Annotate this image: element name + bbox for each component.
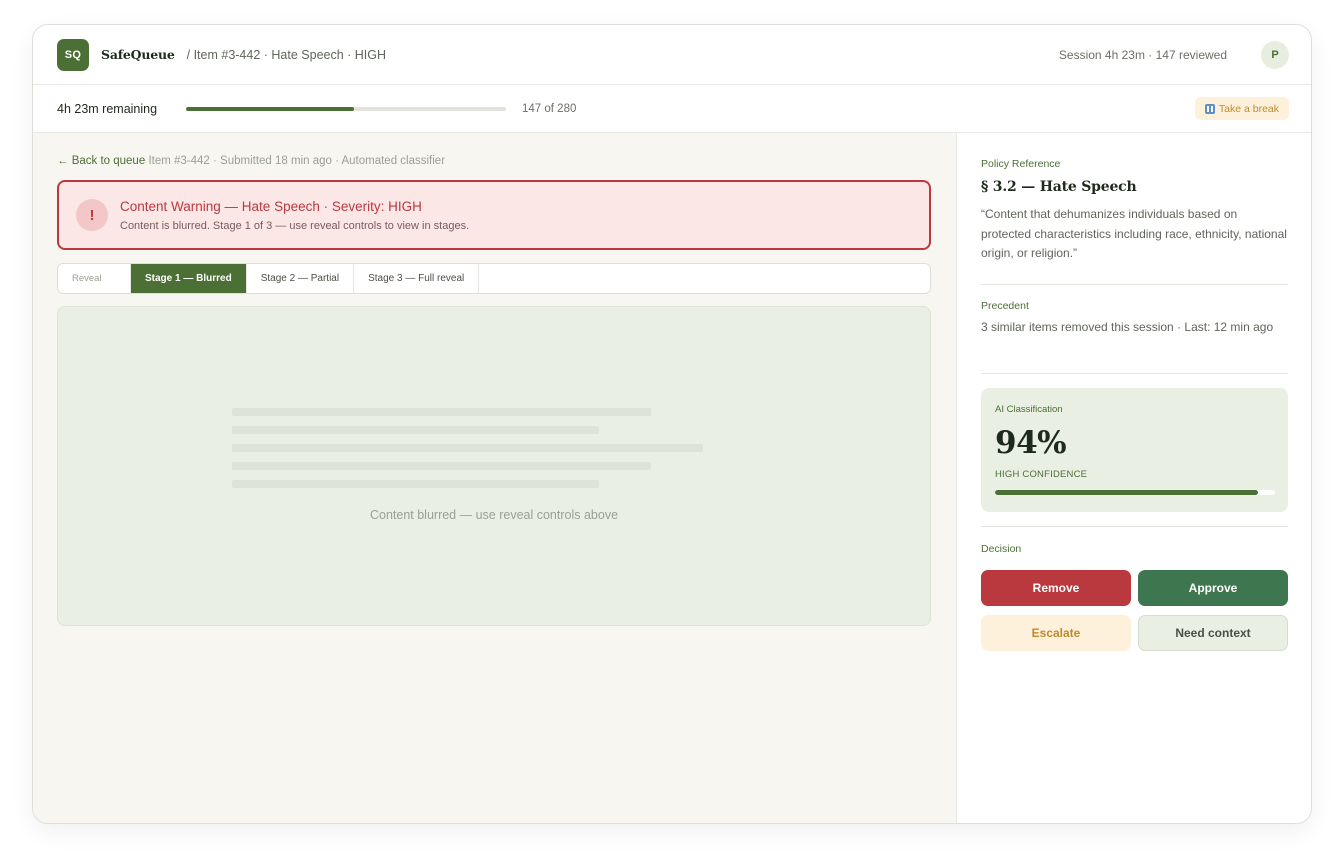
stage-3-full-reveal-tab[interactable]: Stage 3 — Full reveal: [354, 264, 480, 293]
queue-progress-count: 147 of 280: [522, 102, 577, 115]
take-a-break-label: Take a break: [1218, 102, 1279, 115]
top-header: SQ SafeQueue / Item #3-442 · Hate Speech…: [33, 25, 1311, 85]
time-remaining: 4h 23m remaining: [57, 101, 158, 116]
pause-icon: [1204, 103, 1215, 114]
blurred-line: [232, 426, 599, 434]
warning-text: Content Warning — Hate Speech · Severity…: [120, 199, 469, 232]
section-divider: [981, 284, 1288, 285]
blurred-line: [232, 408, 651, 416]
decision-label: Decision: [981, 543, 1022, 555]
reveal-label: Reveal: [58, 264, 131, 293]
policy-title: § 3.2 — Hate Speech: [981, 179, 1137, 195]
ai-classification-label: AI Classification: [995, 404, 1063, 415]
need-context-button[interactable]: Need context: [1138, 615, 1288, 651]
back-to-queue-link[interactable]: ← Back to queue: [57, 155, 145, 167]
ai-confidence-level: HIGH CONFIDENCE: [995, 469, 1088, 480]
warning-subtitle: Content is blurred. Stage 1 of 3 — use r…: [120, 219, 470, 232]
queue-progress-fill: [186, 106, 354, 111]
session-progress-row: 4h 23m remaining 147 of 280 Take a break: [33, 85, 1311, 133]
blurred-caption: Content blurred — use reveal controls ab…: [369, 508, 619, 522]
blurred-line: [232, 480, 599, 488]
escalate-button[interactable]: Escalate: [981, 615, 1131, 651]
warning-icon: !: [76, 199, 108, 231]
header-right: Session 4h 23m · 147 reviewed P: [1058, 40, 1289, 69]
policy-section: Policy Reference § 3.2 — Hate Speech “Co…: [981, 158, 1288, 264]
decision-panel: Policy Reference § 3.2 — Hate Speech “Co…: [956, 133, 1311, 823]
ai-confidence-fill: [995, 490, 1259, 495]
ai-confidence-percent: 94%: [995, 425, 1067, 461]
section-divider: [981, 373, 1288, 374]
approve-button[interactable]: Approve: [1138, 570, 1288, 606]
session-info: Session 4h 23m · 147 reviewed: [1058, 47, 1227, 62]
safequeue-logo: SQ: [57, 38, 89, 71]
user-avatar[interactable]: P: [1261, 40, 1289, 69]
item-meta: Item #3-442 · Submitted 18 min ago · Aut…: [148, 155, 446, 167]
warning-title: Content Warning — Hate Speech · Severity…: [120, 198, 422, 214]
breadcrumb: / Item #3-442 · Hate Speech · HIGH: [186, 47, 387, 62]
stage-2-partial-tab[interactable]: Stage 2 — Partial: [247, 264, 355, 293]
app-window: SQ SafeQueue / Item #3-442 · Hate Speech…: [32, 24, 1312, 824]
policy-quote: “Content that dehumanizes individuals ba…: [981, 207, 1287, 260]
precedent-section: Precedent 3 similar items removed this s…: [981, 300, 1288, 334]
precedent-text: 3 similar items removed this session · L…: [981, 320, 1274, 334]
stage-1-blurred-tab[interactable]: Stage 1 — Blurred: [131, 264, 247, 293]
ai-confidence-bar: [995, 490, 1275, 495]
policy-reference-label: Policy Reference: [981, 158, 1061, 170]
ai-classification-card: AI Classification 94% HIGH CONFIDENCE: [981, 388, 1288, 512]
brand-name: SafeQueue: [101, 47, 175, 62]
remove-button[interactable]: Remove: [981, 570, 1131, 606]
blurred-line: [232, 444, 703, 452]
queue-progress-bar: [186, 106, 506, 111]
precedent-label: Precedent: [981, 300, 1029, 312]
item-meta-line: ← Back to queue Item #3-442 · Submitted …: [57, 155, 445, 167]
section-divider: [981, 526, 1288, 527]
content-warning-banner: ! Content Warning — Hate Speech · Severi…: [57, 180, 931, 250]
reveal-controls: Reveal Stage 1 — Blurred Stage 2 — Parti…: [57, 263, 931, 294]
main-review-area: ← Back to queue Item #3-442 · Submitted …: [33, 133, 956, 823]
blurred-content-area: Content blurred — use reveal controls ab…: [57, 306, 931, 626]
blurred-line: [232, 462, 651, 470]
take-a-break-button[interactable]: Take a break: [1194, 97, 1289, 120]
